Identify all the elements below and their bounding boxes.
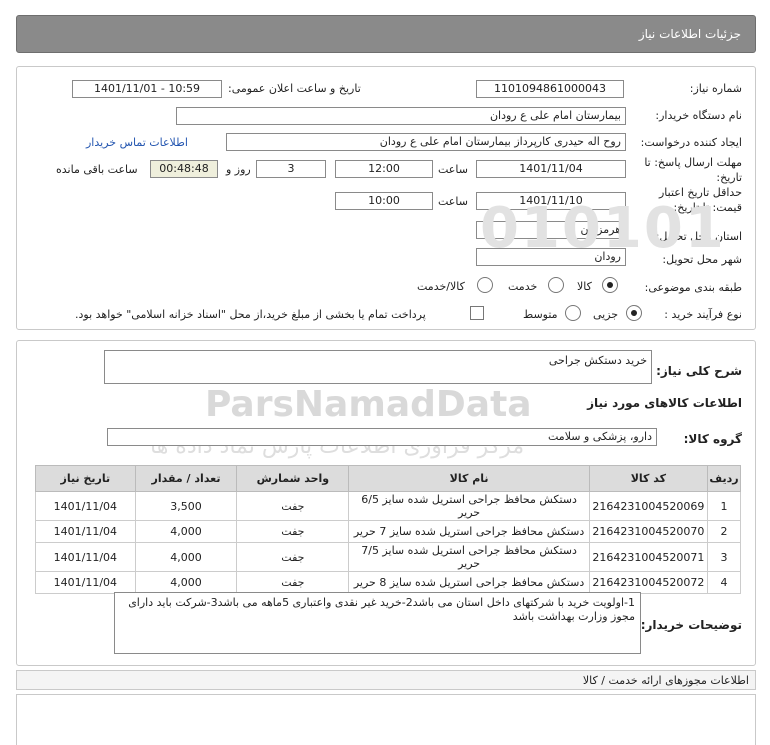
city-label: شهر محل تحویل: <box>662 253 742 266</box>
summary-field: خرید دستکش جراحی <box>104 350 652 384</box>
category-radio-service[interactable] <box>548 277 564 293</box>
goods-table: ردیف کد کالا نام کالا واحد شمارش تعداد /… <box>35 465 742 594</box>
cell-quantity: 4,000 <box>134 542 238 572</box>
process-option-medium: متوسط <box>523 308 558 321</box>
cell-unit: جفت <box>236 491 350 521</box>
cell-row-number: 4 <box>706 571 742 594</box>
cell-quantity: 3,500 <box>134 491 238 521</box>
cell-code: 2164231004520069 <box>588 491 708 521</box>
goods-group-label: گروه کالا: <box>683 432 742 446</box>
creator-label: ایجاد کننده درخواست: <box>640 136 742 149</box>
category-option-service: خدمت <box>508 280 538 293</box>
category-label: طبقه بندی موضوعی: <box>644 281 742 294</box>
cell-unit: جفت <box>236 520 350 543</box>
province-field: هرمزگان <box>476 221 626 239</box>
deadline-time-label: ساعت <box>438 163 468 176</box>
table-row: 2 2164231004520070 دستکش محافظ جراحی است… <box>35 520 742 543</box>
deadline-time-field: 12:00 <box>335 160 433 178</box>
category-radio-goods-service[interactable] <box>477 277 493 293</box>
column-header-code: کد کالا <box>588 465 708 492</box>
column-header-quantity: تعداد / مقدار <box>134 465 238 492</box>
buyer-org-label: نام دستگاه خریدار: <box>655 109 742 122</box>
cell-name: دستکش محافظ جراحی استریل شده سایز 7/5 حر… <box>348 542 590 572</box>
table-row: 1 2164231004520069 دستکش محافظ جراحی است… <box>35 491 742 521</box>
cell-name: دستکش محافظ جراحی استریل شده سایز 8 حریر <box>348 571 590 594</box>
table-row: 4 2164231004520072 دستکش محافظ جراحی است… <box>35 571 742 594</box>
cell-quantity: 4,000 <box>134 571 238 594</box>
cell-unit: جفت <box>236 571 350 594</box>
treasury-payment-note: پرداخت تمام یا بخشی از مبلغ خرید،از محل … <box>75 308 426 321</box>
announce-field: 1401/11/01 - 10:59 <box>72 80 222 98</box>
column-header-name: نام کالا <box>348 465 590 492</box>
cell-code: 2164231004520071 <box>588 542 708 572</box>
cell-unit: جفت <box>236 542 350 572</box>
category-option-goods: کالا <box>577 280 592 293</box>
cell-name: دستکش محافظ جراحی استریل شده سایز 7 حریر <box>348 520 590 543</box>
cell-code: 2164231004520070 <box>588 520 708 543</box>
column-header-row: ردیف <box>706 465 742 492</box>
deadline-label: مهلت ارسال پاسخ: تا <box>644 156 742 169</box>
creator-field: روح اله حیدری کارپرداز بیمارستان امام عل… <box>226 133 626 151</box>
column-header-date: تاریخ نیاز <box>35 465 136 492</box>
days-field: 3 <box>256 160 326 178</box>
page-header: جزئیات اطلاعات نیاز <box>16 15 756 53</box>
validity-time-field: 10:00 <box>335 192 433 210</box>
validity-label: حداقل تاریخ اعتبار <box>658 186 742 199</box>
cell-date: 1401/11/04 <box>35 491 136 521</box>
goods-info-title: اطلاعات کالاهای مورد نیاز <box>587 396 742 410</box>
summary-label: شرح کلی نیاز: <box>656 364 742 378</box>
cell-name: دستکش محافظ جراحی استریل شده سایز 6/5 حر… <box>348 491 590 521</box>
city-field: رودان <box>476 248 626 266</box>
treasury-payment-checkbox[interactable] <box>470 306 484 320</box>
column-header-unit: واحد شمارش <box>236 465 350 492</box>
cell-date: 1401/11/04 <box>35 542 136 572</box>
table-row: 3 2164231004520071 دستکش محافظ جراحی است… <box>35 542 742 572</box>
buyer-notes-label: توضیحات خریدار: <box>640 618 742 632</box>
licenses-panel <box>16 694 756 745</box>
process-option-minor: جزیی <box>593 308 619 321</box>
deadline-date-field: 1401/11/04 <box>476 160 626 178</box>
cell-row-number: 1 <box>706 491 742 521</box>
process-radio-minor[interactable] <box>626 305 642 321</box>
buyer-notes-field: 1-اولویت خرید با شرکتهای داخل استان می ب… <box>114 592 641 654</box>
need-number-field: 1101094861000043 <box>476 80 624 98</box>
goods-group-field: دارو، پزشکی و سلامت <box>107 428 657 446</box>
page-title: جزئیات اطلاعات نیاز <box>638 27 741 41</box>
contact-info-link[interactable]: اطلاعات تماس خریدار <box>86 136 188 149</box>
cell-row-number: 2 <box>706 520 742 543</box>
process-label: نوع فرآیند خرید : <box>664 308 742 321</box>
process-radio-medium[interactable] <box>565 305 581 321</box>
validity-date-field: 1401/11/10 <box>476 192 626 210</box>
category-option-goods-service: کالا/خدمت <box>417 280 465 293</box>
licenses-section-header: اطلاعات مجوزهای ارائه خدمت / کالا <box>16 670 756 690</box>
cell-quantity: 4,000 <box>134 520 238 543</box>
cell-date: 1401/11/04 <box>35 571 136 594</box>
days-label: روز و <box>226 163 251 176</box>
cell-date: 1401/11/04 <box>35 520 136 543</box>
validity-label-date: قیمت: تا تاریخ: <box>673 201 742 214</box>
table-header-row: ردیف کد کالا نام کالا واحد شمارش تعداد /… <box>35 465 742 492</box>
remaining-time-field: 00:48:48 <box>150 160 218 178</box>
need-number-label: شماره نیاز: <box>689 82 742 95</box>
cell-code: 2164231004520072 <box>588 571 708 594</box>
deadline-label-date: تاریخ: <box>716 171 742 184</box>
licenses-title: اطلاعات مجوزهای ارائه خدمت / کالا <box>582 674 749 687</box>
province-label: استان محل تحویل: <box>655 230 742 243</box>
category-radio-goods[interactable] <box>602 277 618 293</box>
buyer-org-field: بیمارستان امام علی ع رودان <box>176 107 626 125</box>
remaining-label: ساعت باقی مانده <box>56 163 138 176</box>
cell-row-number: 3 <box>706 542 742 572</box>
validity-time-label: ساعت <box>438 195 468 208</box>
announce-label: تاریخ و ساعت اعلان عمومی: <box>228 82 361 95</box>
